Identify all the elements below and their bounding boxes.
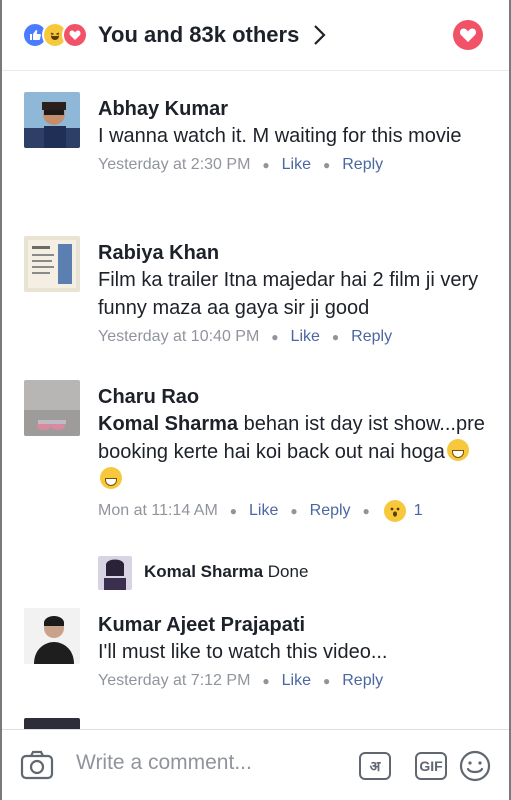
reactions-header[interactable]: You and 83k others [2,0,509,71]
comment-author[interactable]: Kumar Ajeet Prajapati [98,612,489,638]
comment-meta: Yesterday at 7:12 PM ● Like ● Reply [98,672,489,690]
love-icon [62,22,88,48]
camera-icon[interactable] [20,750,54,785]
comment-meta: Mon at 11:14 AM ● Like ● Reply ● 1 [98,500,489,522]
reaction-count[interactable]: 1 [414,502,423,520]
separator-dot: ● [229,504,238,518]
comment-time[interactable]: Yesterday at 2:30 PM [98,156,250,174]
mention-tag[interactable]: Komal Sharma [98,413,238,435]
reactors-summary-text[interactable]: You and 83k others [98,22,299,48]
hindi-keyboard-button[interactable]: अ [359,752,391,780]
separator-dot: ● [262,158,270,172]
grinning-emoji-icon [100,467,122,489]
chevron-right-icon[interactable] [313,24,327,46]
comments-sheet: You and 83k others Abhay Kumar I wanna w… [0,0,511,800]
comment-text: I'll must like to watch this video... [98,641,388,663]
reply-link[interactable]: Reply [351,328,392,346]
reply-body: Done [267,562,309,581]
avatar[interactable] [98,556,132,590]
separator-dot: ● [271,330,279,344]
like-link[interactable]: Like [282,672,311,690]
comment-text: Film ka trailer Itna majedar hai 2 film … [98,269,479,319]
comment-author[interactable]: Charu Rao [98,384,489,410]
reaction-summary[interactable] [22,22,88,48]
comment-time[interactable]: Mon at 11:14 AM [98,502,218,520]
separator-dot: ● [290,504,298,518]
comment-text: Komal Sharma behan ist day ist show...pr… [98,410,489,494]
reply-link[interactable]: Reply [310,502,351,520]
avatar[interactable] [24,236,80,292]
separator-dot: ● [262,674,270,688]
reply-text: Komal Sharma Done [144,562,308,582]
comment-author[interactable]: Rabiya Khan [98,240,489,266]
smiley-icon[interactable] [459,750,491,787]
comment-meta: Yesterday at 2:30 PM ● Like ● Reply [98,156,489,174]
comment-time[interactable]: Yesterday at 7:12 PM [98,672,250,690]
comment-meta: Yesterday at 10:40 PM ● Like ● Reply [98,328,489,346]
like-link[interactable]: Like [249,502,278,520]
comment-input[interactable] [74,750,328,776]
reply-link[interactable]: Reply [342,672,383,690]
separator-dot: ● [362,504,370,518]
avatar[interactable] [24,608,80,664]
avatar[interactable] [24,380,80,436]
comment-time[interactable]: Yesterday at 10:40 PM [98,328,259,346]
gif-button[interactable]: GIF [415,752,447,780]
avatar[interactable] [24,92,80,148]
separator-dot: ● [331,330,340,344]
comment-author[interactable]: Abhay Kumar [98,96,489,122]
comment-text: I wanna watch it. M waiting for this mov… [98,125,462,147]
comment-composer: अ GIF [2,729,509,800]
reply-link[interactable]: Reply [342,156,383,174]
wow-icon[interactable] [383,500,406,522]
grinning-emoji-icon [446,439,469,461]
reply-author[interactable]: Komal Sharma [144,562,263,581]
love-react-button[interactable] [453,20,483,50]
like-link[interactable]: Like [291,328,320,346]
like-link[interactable]: Like [282,156,311,174]
separator-dot: ● [323,158,331,172]
separator-dot: ● [323,674,331,688]
